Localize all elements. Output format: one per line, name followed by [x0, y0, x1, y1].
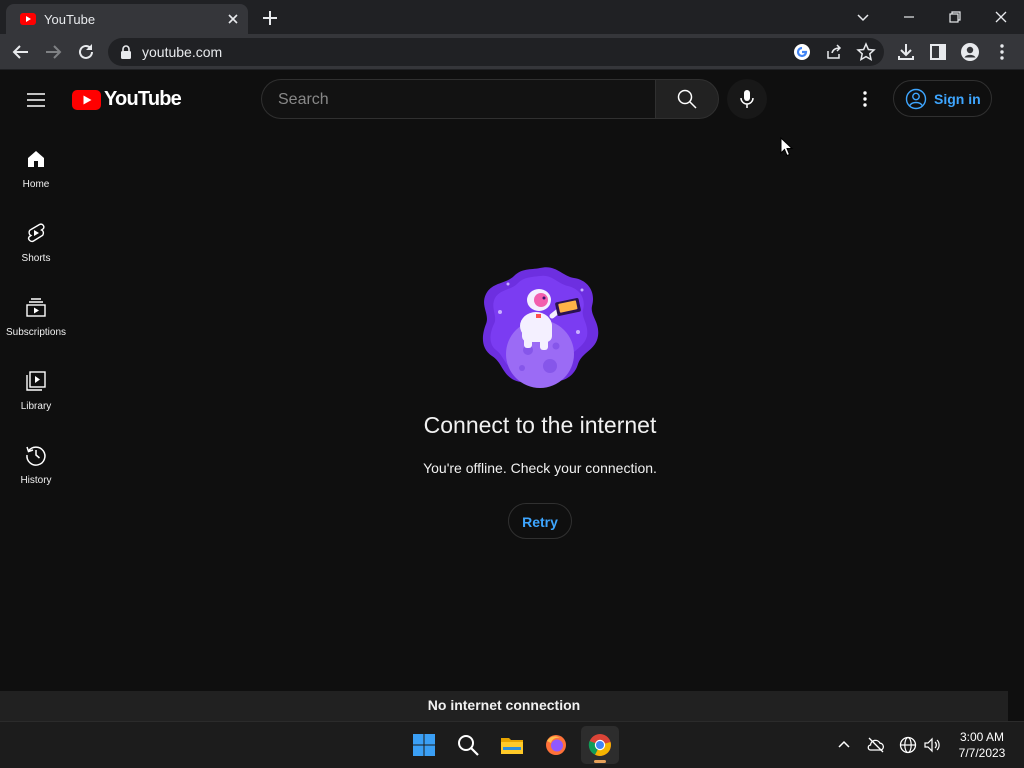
sidebar-item-subscriptions[interactable]: Subscriptions: [0, 275, 72, 349]
show-hidden-icons-chevron-icon[interactable]: [834, 735, 854, 755]
sidebar-item-label: Home: [22, 179, 50, 190]
offline-message: You're offline. Check your connection.: [423, 460, 657, 476]
sidebar-item-shorts[interactable]: Shorts: [0, 201, 72, 275]
windows-start-icon: [413, 734, 435, 756]
bookmark-star-icon[interactable]: [856, 42, 876, 62]
sidebar-item-label: Shorts: [21, 253, 51, 264]
url-text[interactable]: youtube.com: [142, 44, 222, 60]
back-arrow-icon[interactable]: [10, 41, 32, 63]
tab-title: YouTube: [44, 12, 96, 27]
onedrive-offline-icon[interactable]: [866, 735, 886, 755]
share-icon[interactable]: [824, 42, 844, 62]
file-explorer-icon: [501, 738, 523, 754]
youtube-logo-text: YouTube: [104, 88, 182, 110]
sign-in-button[interactable]: Sign in: [893, 80, 992, 117]
page-scrollbar[interactable]: [1008, 127, 1024, 721]
youtube-logo[interactable]: YouTube: [72, 88, 182, 112]
chrome-button[interactable]: [581, 726, 619, 764]
library-icon: [26, 371, 46, 391]
windows-taskbar: 3:00 AM 7/7/2023: [0, 721, 1024, 768]
browser-menu-icon[interactable]: [991, 41, 1013, 63]
search-icon: [458, 735, 479, 756]
google-lens-icon[interactable]: [792, 42, 812, 62]
account-circle-icon: [905, 88, 927, 110]
file-explorer-button[interactable]: [493, 726, 531, 764]
home-icon: [28, 151, 44, 167]
new-tab-icon[interactable]: [260, 8, 280, 28]
shorts-icon: [27, 223, 45, 243]
search-icon: [677, 89, 697, 109]
firefox-icon: [546, 735, 566, 755]
sidebar-item-label: Library: [20, 401, 52, 412]
voice-search-button[interactable]: [727, 79, 767, 119]
minimize-icon[interactable]: [898, 6, 920, 28]
sidebar-item-library[interactable]: Library: [0, 349, 72, 423]
taskbar-search-button[interactable]: [449, 726, 487, 764]
search-button[interactable]: [655, 79, 719, 119]
hamburger-menu-icon[interactable]: [24, 88, 48, 112]
subscriptions-icon: [26, 298, 46, 317]
lock-icon[interactable]: [120, 45, 132, 59]
no-connection-snackbar: No internet connection: [0, 691, 1008, 721]
volume-icon[interactable]: [922, 735, 942, 755]
restore-icon[interactable]: [944, 6, 966, 28]
sign-in-label: Sign in: [934, 91, 981, 107]
firefox-button[interactable]: [537, 726, 575, 764]
offline-title: Connect to the internet: [423, 412, 657, 438]
chrome-icon: [588, 734, 611, 756]
browser-tabstrip: YouTube: [0, 0, 1024, 34]
close-tab-icon[interactable]: [224, 10, 242, 28]
forward-arrow-icon[interactable]: [42, 41, 64, 63]
mouse-cursor-icon: [780, 137, 794, 157]
active-app-indicator: [594, 760, 606, 763]
clock-date: 7/7/2023: [958, 746, 1006, 760]
search-box[interactable]: [261, 79, 656, 119]
mini-guide-sidebar: Home Shorts Subscriptions Library Histor…: [0, 127, 72, 527]
close-window-icon[interactable]: [990, 6, 1012, 28]
browser-toolbar: youtube.com: [0, 34, 1024, 70]
reload-icon[interactable]: [75, 41, 97, 63]
youtube-play-logo-icon: [72, 90, 101, 110]
browser-tab-youtube[interactable]: YouTube: [6, 4, 248, 34]
profile-icon[interactable]: [959, 41, 981, 63]
search-input[interactable]: [278, 89, 638, 111]
youtube-favicon-icon: [20, 13, 36, 25]
sidebar-item-label: Subscriptions: [5, 327, 67, 338]
address-bar[interactable]: youtube.com: [108, 38, 884, 66]
sidebar-item-label: History: [20, 475, 52, 486]
start-button[interactable]: [405, 726, 443, 764]
retry-button[interactable]: Retry: [508, 503, 572, 539]
download-icon[interactable]: [895, 41, 917, 63]
offline-astronaut-illustration: [482, 267, 599, 388]
history-icon: [26, 446, 46, 466]
sidebar-item-home[interactable]: Home: [0, 127, 72, 201]
microphone-icon: [740, 90, 754, 108]
side-panel-icon[interactable]: [927, 41, 949, 63]
tab-search-chevron-icon[interactable]: [852, 6, 874, 28]
sidebar-item-history[interactable]: History: [0, 423, 72, 497]
network-globe-icon[interactable]: [898, 735, 918, 755]
no-connection-text: No internet connection: [427, 697, 581, 713]
clock-time: 3:00 AM: [959, 730, 1005, 744]
youtube-header: YouTube Sign in: [0, 71, 1024, 127]
settings-more-icon[interactable]: [853, 87, 877, 111]
retry-label: Retry: [522, 514, 558, 530]
